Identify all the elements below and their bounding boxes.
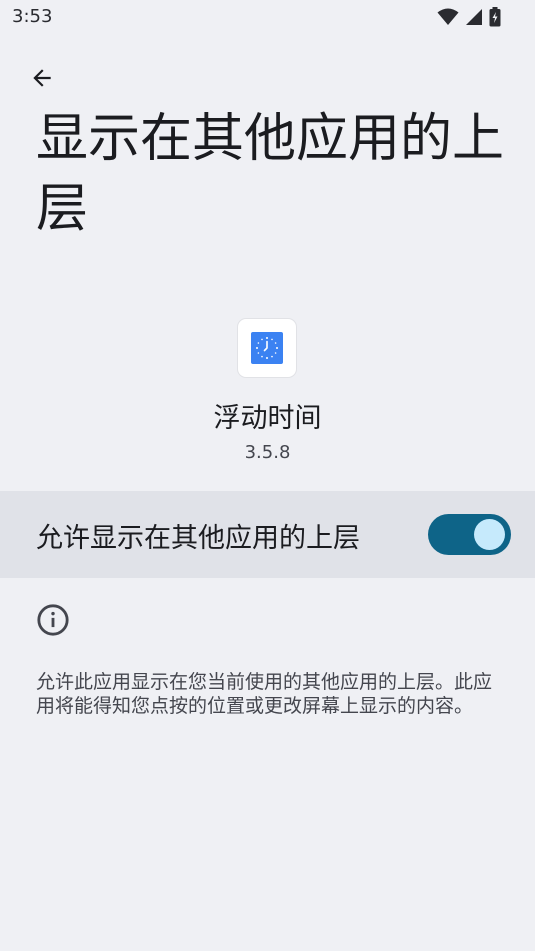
back-button[interactable] xyxy=(22,58,62,98)
status-bar: 3:53 xyxy=(0,0,535,36)
status-icons xyxy=(437,7,501,27)
status-time: 3:53 xyxy=(12,6,53,27)
cellular-signal-icon xyxy=(466,9,482,25)
switch-thumb xyxy=(474,519,505,550)
app-version: 3.5.8 xyxy=(244,442,291,463)
info-description: 允许此应用显示在您当前使用的其他应用的上层。此应用将能得知您点按的位置或更改屏幕… xyxy=(36,671,493,717)
permission-toggle-row[interactable]: 允许显示在其他应用的上层 xyxy=(0,491,535,578)
wifi-icon xyxy=(437,8,459,25)
arrow-back-icon xyxy=(33,69,51,87)
permission-switch[interactable] xyxy=(428,514,511,555)
page-title: 显示在其他应用的上层 xyxy=(36,109,505,239)
permission-toggle-label: 允许显示在其他应用的上层 xyxy=(36,523,360,554)
app-icon-container xyxy=(238,319,296,377)
info-icon xyxy=(37,604,69,636)
battery-charging-icon xyxy=(489,7,501,27)
app-name: 浮动时间 xyxy=(213,403,322,434)
clock-app-icon xyxy=(251,332,283,364)
